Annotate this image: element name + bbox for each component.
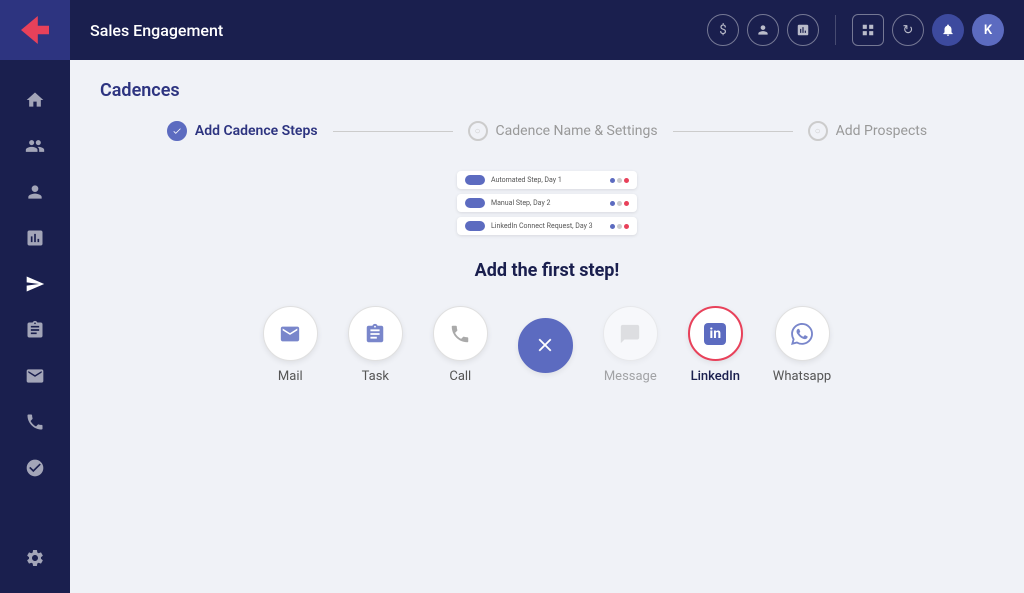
sidebar-bottom [15,538,55,593]
step-3-label: Add Prospects [836,123,927,139]
logo[interactable] [0,0,70,60]
mail-step-btn[interactable]: Mail [263,306,318,384]
nav-divider [835,15,836,45]
preview-card-3: LinkedIn Connect Request, Day 3 [457,217,637,235]
message-label: Message [604,369,657,384]
mail-label: Mail [278,369,303,384]
preview-card-1: Automated Step, Day 1 [457,171,637,189]
user-avatar[interactable]: K [972,14,1004,46]
sidebar-nav [15,70,55,538]
call-step-btn[interactable]: Call [433,306,488,384]
dot-6 [624,201,629,206]
call-icon [433,306,488,361]
step-buttons: Mail Task Call [100,306,994,384]
step-1[interactable]: Add Cadence Steps [167,121,318,141]
task-icon [348,306,403,361]
dot-4 [610,201,615,206]
topnav-icons: $ ↻ K [707,14,1004,46]
step-1-circle [167,121,187,141]
task-label: Task [362,369,389,384]
topnav: Sales Engagement $ ↻ K [70,0,1024,60]
wizard-steps: Add Cadence Steps ○ Cadence Name & Setti… [100,121,994,141]
sidebar-item-home[interactable] [15,80,55,120]
preview-card-2-text: Manual Step, Day 2 [491,199,604,207]
content-area: Cadences Add Cadence Steps ○ Cadence Nam… [70,60,1024,593]
step-3-circle: ○ [808,121,828,141]
dot-3 [624,178,629,183]
message-step-btn[interactable]: Message [603,306,658,384]
sidebar-item-tasks[interactable] [15,310,55,350]
step-2[interactable]: ○ Cadence Name & Settings [468,121,658,141]
chart-icon-btn[interactable] [787,14,819,46]
preview-card-1-text: Automated Step, Day 1 [491,176,604,184]
whatsapp-icon [775,306,830,361]
dot-8 [617,224,622,229]
linkedin-icon: in [688,306,743,361]
sidebar-item-reports[interactable] [15,218,55,258]
call-label: Call [449,369,471,384]
preview-card-2: Manual Step, Day 2 [457,194,637,212]
sidebar-item-settings[interactable] [15,538,55,578]
dot-2 [617,178,622,183]
whatsapp-label: Whatsapp [773,369,831,384]
grid-icon-btn[interactable] [852,14,884,46]
step-1-label: Add Cadence Steps [195,123,318,139]
sidebar-item-integrations[interactable] [15,448,55,488]
message-icon [603,306,658,361]
step-line-2 [673,131,793,132]
step-3[interactable]: ○ Add Prospects [808,121,927,141]
dot-7 [610,224,615,229]
linkedin-label: LinkedIn [691,369,740,384]
app-title: Sales Engagement [90,21,697,40]
dollar-icon-btn[interactable]: $ [707,14,739,46]
person-icon-btn[interactable] [747,14,779,46]
page-title: Cadences [100,80,994,101]
mini-dots-1 [610,178,629,183]
task-step-btn[interactable]: Task [348,306,403,384]
dot-1 [610,178,615,183]
mail-icon [263,306,318,361]
linkedin-logo: in [704,323,726,345]
dot-9 [624,224,629,229]
add-step-section: Add the first step! Mail Task [100,260,994,384]
add-step-title: Add the first step! [100,260,994,281]
sidebar-item-mail[interactable] [15,356,55,396]
mini-toggle-2 [465,198,485,208]
sidebar-item-calls[interactable] [15,402,55,442]
mini-toggle-3 [465,221,485,231]
step-2-label: Cadence Name & Settings [496,123,658,139]
main-wrapper: Sales Engagement $ ↻ K Cadences [70,0,1024,593]
linkedin-step-btn[interactable]: in LinkedIn [688,306,743,384]
sidebar [0,0,70,593]
logo-arrow-icon [21,16,49,44]
refresh-icon-btn[interactable]: ↻ [892,14,924,46]
bell-avatar[interactable] [932,14,964,46]
step-line-1 [333,131,453,132]
close-icon [518,318,573,373]
mini-dots-3 [610,224,629,229]
close-step-btn[interactable] [518,318,573,373]
preview-card-3-text: LinkedIn Connect Request, Day 3 [491,222,604,230]
preview-cards: Automated Step, Day 1 Manual Step, Day 2 [100,171,994,235]
sidebar-item-contacts[interactable] [15,126,55,166]
sidebar-item-person[interactable] [15,172,55,212]
whatsapp-step-btn[interactable]: Whatsapp [773,306,831,384]
sidebar-item-cadences[interactable] [15,264,55,304]
mini-dots-2 [610,201,629,206]
dot-5 [617,201,622,206]
step-2-circle: ○ [468,121,488,141]
mini-toggle-1 [465,175,485,185]
